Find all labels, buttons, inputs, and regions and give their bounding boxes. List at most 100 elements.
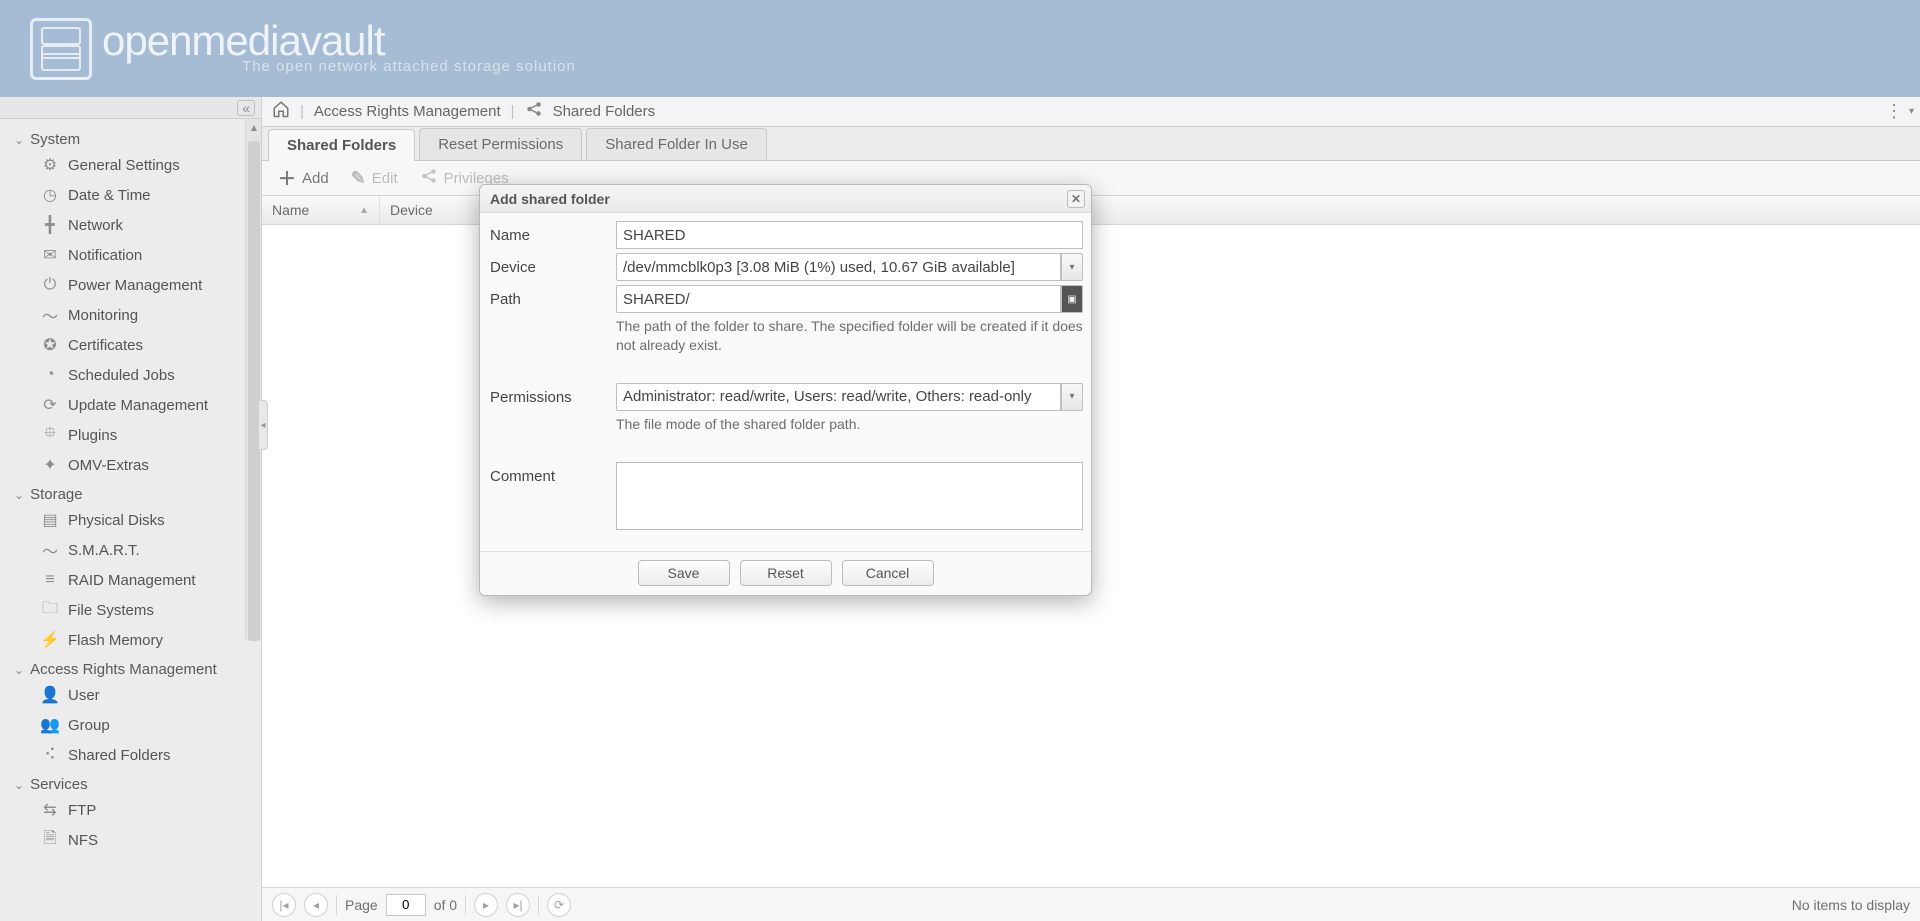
device-combo-trigger[interactable]: ▾ [1061,253,1083,281]
menu-icon[interactable]: ⋮ [1885,101,1903,122]
tab-strip: Shared Folders Reset Permissions Shared … [262,127,1920,161]
sidebar-item-label: Certificates [68,337,143,354]
home-icon[interactable] [272,100,290,123]
pager-page-label: Page [345,897,378,913]
sidebar-collapse-button[interactable]: « [237,100,255,116]
chevron-down-icon: ⌄ [14,663,24,677]
pager-page-input[interactable] [386,894,426,916]
sidebar-item-label: Monitoring [68,307,138,324]
sidebar: « ⌄System⚙General Settings◷Date & Time╋N… [0,97,262,921]
dialog-header[interactable]: Add shared folder ✕ [480,185,1091,213]
sidebar-item-label: File Systems [68,602,154,619]
sidebar-item-label: Plugins [68,427,117,444]
sidebar-item-label: FTP [68,802,96,819]
sidebar-item[interactable]: ⠪Shared Folders [0,740,261,770]
path-browse-button[interactable]: ▣ [1061,285,1083,313]
sidebar-item[interactable]: 〜 S.M.A.R.T. [0,535,261,565]
logo-icon [30,18,92,80]
user-icon: 👤 [40,685,60,705]
pager-refresh-button[interactable]: ⟳ [547,893,571,917]
sidebar-item[interactable]: ⚡Flash Memory [0,625,261,655]
comment-textarea[interactable] [616,462,1083,530]
path-help: The path of the folder to share. The spe… [616,317,1083,355]
sidebar-scrollbar[interactable]: ▲ ▼ [245,119,261,639]
chevron-down-icon: ⌄ [14,133,24,147]
tree-group[interactable]: ⌄Services [0,770,261,795]
sidebar-item[interactable]: ⇆FTP [0,795,261,825]
sidebar-item-label: OMV-Extras [68,457,149,474]
chevron-down-icon: ⌄ [14,778,24,792]
sidebar-item[interactable]: 👥Group [0,710,261,740]
sidebar-item-label: User [68,687,100,704]
sidebar-item[interactable]: ⏻Power Management [0,270,261,300]
splitter-handle[interactable]: ◂ [258,400,268,450]
network-icon: ╋ [40,215,60,235]
sidebar-item-label: Date & Time [68,187,151,204]
name-input[interactable] [616,221,1083,249]
save-button[interactable]: Save [638,560,730,586]
device-combo[interactable] [616,253,1061,281]
sidebar-item[interactable]: ╋Network [0,210,261,240]
sidebar-item[interactable]: ◔ Scheduled Jobs [0,360,261,390]
pager-last-button[interactable]: ▸| [506,893,530,917]
sidebar-item[interactable]: ≡RAID Management [0,565,261,595]
sidebar-item-label: NFS [68,832,98,849]
breadcrumb-page[interactable]: Shared Folders [553,103,656,120]
tab-shared-folders[interactable]: Shared Folders [268,129,415,161]
scroll-up-icon[interactable]: ▲ [246,119,261,137]
sidebar-item[interactable]: 🗎 NFS [0,825,261,855]
path-input[interactable] [616,285,1061,313]
sidebar-item-label: Notification [68,247,142,264]
nfs-icon: 🗎 [40,830,60,850]
reset-button[interactable]: Reset [740,560,832,586]
pager-first-button[interactable]: |◂ [272,893,296,917]
tree-group[interactable]: ⌄Storage [0,480,261,505]
permissions-combo-trigger[interactable]: ▾ [1061,383,1083,411]
update-icon: ⟳ [40,395,60,415]
menu-dropdown-icon[interactable]: ▾ [1909,106,1914,117]
sidebar-item[interactable]: 👤 User [0,680,261,710]
chevron-down-icon: ⌄ [14,488,24,502]
permissions-help: The file mode of the shared folder path. [616,415,1083,434]
sidebar-item[interactable]: ⚙General Settings [0,150,261,180]
breadcrumb-bar: | Access Rights Management | Shared Fold… [262,97,1920,127]
mail-icon: ✉ [40,245,60,265]
sidebar-item-label: S.M.A.R.T. [68,542,140,559]
sidebar-item[interactable]: ✪ Certificates [0,330,261,360]
pager-prev-button[interactable]: ◂ [304,893,328,917]
add-button[interactable]: ＋Add [268,161,339,195]
flash-icon: ⚡ [40,630,60,650]
clock-icon: ◷ [40,185,60,205]
scroll-thumb[interactable] [248,141,260,641]
sidebar-item[interactable]: ✉ Notification [0,240,261,270]
sidebar-item-label: Scheduled Jobs [68,367,175,384]
pager-next-button[interactable]: ▸ [474,893,498,917]
sidebar-item[interactable]: ⟳Update Management [0,390,261,420]
sidebar-item[interactable]: ◷ Date & Time [0,180,261,210]
cancel-button[interactable]: Cancel [842,560,934,586]
sidebar-item[interactable]: 🗀File Systems [0,595,261,625]
edit-button[interactable]: ✎Edit [341,164,408,193]
schedule-icon: ◔ [40,365,60,385]
extras-icon: ✦ [40,455,60,475]
power-icon: ⏻ [40,275,60,295]
sidebar-collapse-bar: « [0,97,261,119]
smart-icon: 〜 [40,540,60,560]
column-name[interactable]: Name [262,196,380,224]
breadcrumb-section[interactable]: Access Rights Management [314,103,501,120]
tree-group[interactable]: ⌄Access Rights Management [0,655,261,680]
permissions-combo[interactable] [616,383,1061,411]
share-icon: ⠪ [40,745,60,765]
tab-reset-permissions[interactable]: Reset Permissions [419,128,582,160]
tab-shared-folder-in-use[interactable]: Shared Folder In Use [586,128,767,160]
badge-icon: ✪ [40,335,60,355]
dialog-close-button[interactable]: ✕ [1067,190,1085,208]
plus-icon: ＋ [278,165,296,191]
tree-group[interactable]: ⌄System [0,125,261,150]
dialog-title: Add shared folder [490,191,610,207]
sidebar-item[interactable]: ✦ OMV-Extras [0,450,261,480]
sidebar-item[interactable]: ▤Physical Disks [0,505,261,535]
sidebar-item[interactable]: 〜Monitoring [0,300,261,330]
sidebar-item-label: RAID Management [68,572,196,589]
sidebar-item[interactable]: ⯐Plugins [0,420,261,450]
